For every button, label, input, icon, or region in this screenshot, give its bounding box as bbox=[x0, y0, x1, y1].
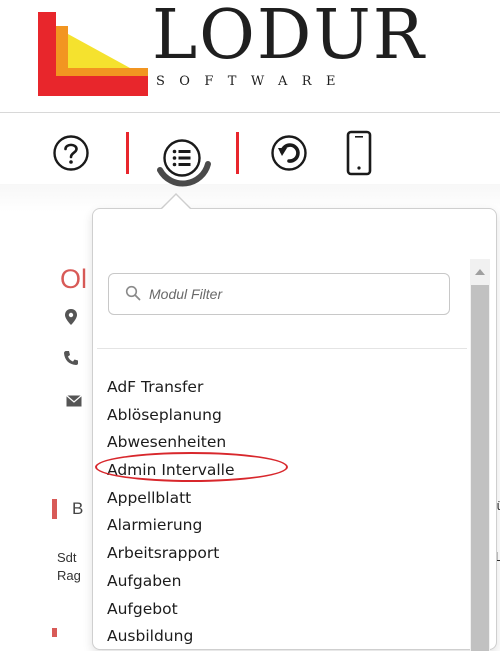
highlight-annotation bbox=[95, 452, 288, 482]
logo-wordmark: LODUR bbox=[152, 0, 426, 75]
toolbar bbox=[0, 120, 500, 200]
section-title: B bbox=[72, 499, 84, 518]
list-menu-icon bbox=[157, 139, 211, 187]
module-item-abloeseplanung[interactable]: Ablöseplanung bbox=[107, 402, 235, 430]
module-list: AdF Transfer Ablöseplanung Abwesenheiten… bbox=[107, 374, 235, 651]
module-item-adf-transfer[interactable]: AdF Transfer bbox=[107, 374, 235, 402]
help-icon bbox=[53, 135, 89, 171]
logo-mark bbox=[38, 12, 148, 96]
info-text-line: Rag bbox=[57, 568, 81, 583]
scroll-up-arrow-icon[interactable] bbox=[475, 269, 485, 275]
mobile-phone-icon bbox=[346, 130, 372, 176]
page-title: Ol bbox=[60, 264, 87, 294]
mobile-view-button[interactable] bbox=[346, 130, 372, 180]
section-marker bbox=[52, 628, 57, 637]
scrollbar-thumb[interactable] bbox=[471, 285, 489, 651]
lodur-logo[interactable]: LODUR SOFTWARE bbox=[38, 2, 424, 100]
module-item-aufgebot[interactable]: Aufgebot bbox=[107, 596, 235, 624]
logo-tagline: SOFTWARE bbox=[156, 74, 350, 89]
header-divider bbox=[0, 112, 500, 113]
section-marker bbox=[52, 499, 57, 519]
module-item-ausbildung[interactable]: Ausbildung bbox=[107, 623, 235, 651]
module-item-aufgaben[interactable]: Aufgaben bbox=[107, 568, 235, 596]
toolbar-separator bbox=[126, 132, 129, 174]
info-text-line: Sdt bbox=[57, 550, 77, 565]
popover-arrow-fill bbox=[161, 195, 191, 210]
history-back-button[interactable] bbox=[270, 134, 308, 176]
module-item-arbeitsrapport[interactable]: Arbeitsrapport bbox=[107, 540, 235, 568]
envelope-icon bbox=[66, 392, 82, 411]
search-icon bbox=[125, 285, 141, 301]
module-item-alarmierung[interactable]: Alarmierung bbox=[107, 512, 235, 540]
location-icon bbox=[64, 308, 78, 330]
module-item-appellblatt[interactable]: Appellblatt bbox=[107, 485, 235, 513]
history-back-icon bbox=[271, 135, 307, 171]
phone-icon bbox=[63, 350, 79, 370]
menu-divider bbox=[97, 348, 467, 349]
module-menu-popover: AdF Transfer Ablöseplanung Abwesenheiten… bbox=[92, 208, 497, 651]
module-filter[interactable] bbox=[108, 273, 450, 315]
help-button[interactable] bbox=[52, 134, 90, 176]
module-menu-button[interactable] bbox=[152, 130, 218, 196]
toolbar-separator bbox=[236, 132, 239, 174]
module-filter-input[interactable] bbox=[149, 282, 439, 306]
